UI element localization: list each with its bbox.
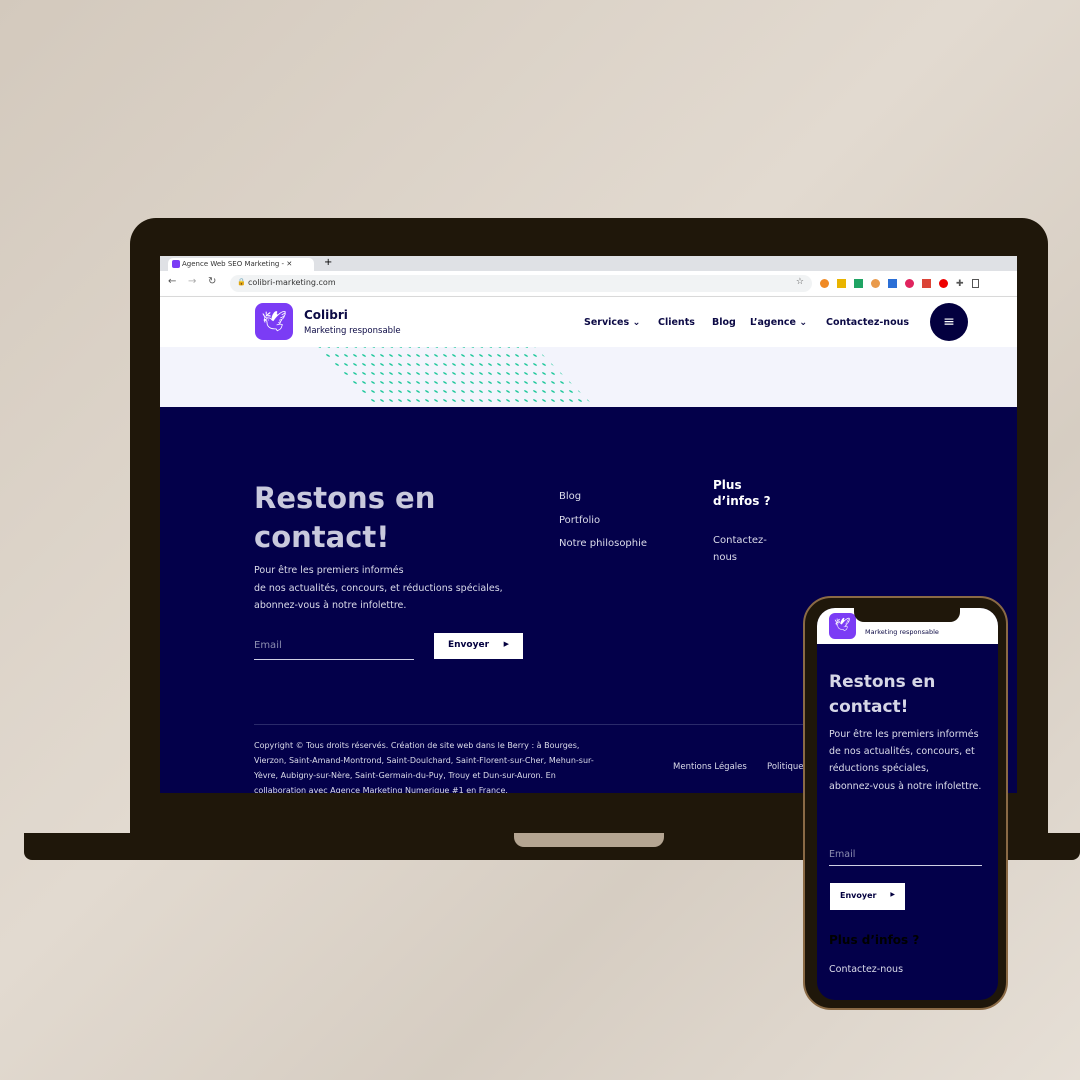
close-tab-icon[interactable]: ✕	[286, 260, 292, 268]
colibri-logo-icon[interactable]: 🕊	[829, 613, 856, 639]
link-politique[interactable]: Politique	[767, 762, 803, 772]
url-text: colibri-marketing.com	[248, 278, 336, 287]
footer-text: Pour être les premiers informés de nos ac…	[829, 729, 982, 792]
extension-icon[interactable]	[820, 279, 829, 288]
footer-text: Pour être les premiers informés de nos ac…	[254, 565, 503, 611]
play-arrow-icon: ▶	[503, 640, 509, 648]
brand-tagline: Marketing responsable	[865, 628, 939, 636]
new-tab-button[interactable]: +	[324, 257, 332, 268]
extension-icon[interactable]	[939, 279, 948, 288]
hero-band	[160, 347, 1017, 407]
footer-heading: Restons en contact!	[829, 672, 936, 717]
submit-button[interactable]: Envoyer ▶	[830, 883, 905, 910]
nav-services[interactable]: Services ⌄	[584, 317, 640, 328]
tab-bar: Agence Web SEO Marketing - ✕ +	[160, 256, 1017, 271]
bookmark-star-icon[interactable]: ☆	[796, 277, 804, 287]
link-philosophie[interactable]: Notre philosophie	[559, 532, 647, 556]
extension-icon[interactable]	[871, 279, 880, 288]
copyright: Copyright © Tous droits réservés. Créati…	[254, 741, 594, 793]
extension-icon[interactable]	[837, 279, 846, 288]
link-portfolio[interactable]: Portfolio	[559, 509, 647, 533]
tab-title: Agence Web SEO Marketing -	[182, 260, 287, 268]
more-heading: Plus d’infos ?	[829, 933, 920, 947]
email-input[interactable]: Email	[829, 846, 982, 866]
extensions-bar: ✚	[820, 276, 1005, 291]
phone-frame: 🕊 Colibri Marketing responsable Restons …	[803, 596, 1008, 1010]
hamburger-menu-icon[interactable]: ≡	[930, 303, 968, 341]
email-input[interactable]: Email	[254, 637, 414, 660]
nav-blog[interactable]: Blog	[712, 317, 736, 328]
play-arrow-icon: ▶	[890, 891, 895, 898]
phone-notch	[854, 608, 960, 622]
nav-clients[interactable]: Clients	[658, 317, 695, 328]
link-contact[interactable]: Contactez-nous	[829, 964, 903, 975]
lock-icon: 🔒	[237, 278, 246, 286]
address-bar-row: ← → ↻ 🔒 colibri-marketing.com ☆ ✚	[160, 271, 1017, 297]
browser-tab[interactable]: Agence Web SEO Marketing - ✕	[168, 258, 314, 271]
link-mentions[interactable]: Mentions Légales	[673, 762, 747, 772]
puzzle-icon[interactable]: ✚	[956, 279, 964, 289]
back-icon[interactable]: ←	[168, 276, 176, 287]
dots-pattern	[310, 347, 600, 407]
extension-icon[interactable]	[922, 279, 931, 288]
sidebar-icon[interactable]	[971, 279, 979, 288]
phone-screen: 🕊 Colibri Marketing responsable Restons …	[817, 608, 998, 1000]
drive-icon[interactable]	[854, 279, 863, 288]
brand-name[interactable]: Colibri	[304, 308, 348, 322]
nav-contact[interactable]: Contactez-nous	[826, 317, 909, 328]
more-heading: Plus d’infos ?	[713, 478, 771, 508]
favicon-icon	[172, 260, 180, 268]
laptop-notch	[514, 833, 664, 847]
footer-links: Blog Portfolio Notre philosophie	[559, 485, 647, 556]
link-blog[interactable]: Blog	[559, 485, 647, 509]
extension-icon[interactable]	[888, 279, 897, 288]
brand-tagline: Marketing responsable	[304, 326, 401, 336]
site-header: 🕊 Colibri Marketing responsable Services…	[160, 297, 1017, 347]
footer-heading: Restons en contact!	[254, 481, 436, 554]
pinterest-icon[interactable]	[905, 279, 914, 288]
forward-icon[interactable]: →	[188, 276, 196, 287]
link-contact[interactable]: Contactez-nous	[713, 532, 773, 566]
nav-agence[interactable]: L’agence ⌄	[750, 317, 807, 328]
colibri-logo-icon[interactable]: 🕊	[255, 303, 293, 340]
url-input[interactable]: 🔒 colibri-marketing.com ☆	[230, 275, 812, 292]
submit-button[interactable]: Envoyer ▶	[434, 633, 523, 659]
reload-icon[interactable]: ↻	[208, 276, 216, 287]
